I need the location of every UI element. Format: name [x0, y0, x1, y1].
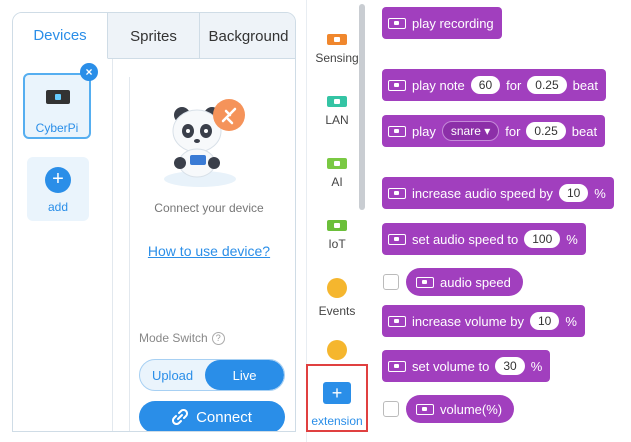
- block-text: for: [505, 123, 521, 139]
- speed-input[interactable]: 100: [524, 230, 561, 248]
- category-label: LAN: [325, 113, 349, 127]
- volume-checkbox[interactable]: [383, 401, 399, 417]
- add-device-button[interactable]: + add: [27, 157, 89, 221]
- volume-input[interactable]: 30: [495, 357, 525, 375]
- speed-increment-input[interactable]: 10: [558, 184, 589, 202]
- upload-mode-button[interactable]: Upload: [140, 360, 205, 390]
- live-mode-button[interactable]: Live: [205, 360, 284, 390]
- category-label: Events: [318, 304, 356, 318]
- block-play-drum[interactable]: play snare ▾ for 0.25 beat: [382, 115, 606, 147]
- mode-switch-text: Mode Switch: [139, 331, 208, 345]
- add-label: add: [47, 200, 69, 214]
- tab-sprites[interactable]: Sprites: [108, 13, 200, 59]
- block-text: for: [506, 77, 522, 93]
- block-text: beat: [572, 77, 598, 93]
- block-set-audio-speed[interactable]: set audio speed to 100 %: [382, 223, 586, 255]
- block-play-recording[interactable]: play recording: [382, 7, 502, 39]
- block-text: audio speed: [440, 274, 511, 290]
- beats-input[interactable]: 0.25: [527, 76, 567, 94]
- connect-hint: Connect your device: [154, 201, 264, 215]
- cyberpi-block-icon: [416, 276, 434, 288]
- device-card-cyberpi[interactable]: CyberPi: [23, 73, 91, 139]
- block-play-note[interactable]: play note 60 for 0.25 beat: [382, 69, 606, 101]
- extension-label: extension: [311, 414, 363, 428]
- category-events[interactable]: Events: [307, 278, 367, 318]
- connect-button-label: Connect: [196, 408, 252, 426]
- category-iot[interactable]: IoT: [307, 220, 367, 251]
- block-text: set audio speed to: [412, 231, 519, 247]
- connect-area: Connect your device How to use device? M…: [129, 77, 295, 431]
- lan-board-icon: [327, 96, 347, 107]
- block-text: increase volume by: [412, 313, 524, 329]
- category-label: AI: [331, 175, 343, 189]
- block-text: beat: [571, 123, 598, 139]
- cyberpi-board-icon: [46, 90, 70, 104]
- block-text: increase audio speed by: [412, 185, 553, 201]
- block-text: volume(%): [440, 401, 503, 417]
- blocks-palette: play recording play note 60 for 0.25 bea…: [368, 0, 631, 442]
- block-text: %: [530, 358, 543, 374]
- reporter-volume[interactable]: volume(%): [406, 395, 515, 423]
- audio-speed-checkbox[interactable]: [383, 274, 399, 290]
- cyberpi-block-icon: [388, 360, 406, 372]
- note-input[interactable]: 60: [470, 76, 501, 94]
- ai-board-icon: [327, 158, 347, 169]
- link-icon: [172, 409, 189, 425]
- category-label: IoT: [328, 237, 346, 251]
- control-circle-icon: [327, 340, 347, 360]
- cyberpi-block-icon: [388, 79, 406, 91]
- device-panel: Devices Sprites Background CyberPi × + a…: [12, 12, 296, 432]
- cyberpi-block-icon: [388, 17, 406, 29]
- mode-switch-label: Mode Switch ?: [139, 331, 225, 345]
- block-text: set volume to: [412, 358, 490, 374]
- mblock-window: Devices Sprites Background CyberPi × + a…: [0, 0, 631, 442]
- iot-board-icon: [327, 220, 347, 231]
- device-name: CyberPi: [35, 121, 79, 135]
- add-icon: +: [45, 167, 71, 193]
- cyberpi-block-icon: [388, 233, 406, 245]
- category-label: Sensing: [315, 51, 359, 65]
- drum-dropdown[interactable]: snare ▾: [441, 121, 500, 141]
- mode-toggle: Upload Live: [139, 359, 285, 391]
- connect-button[interactable]: Connect: [139, 401, 285, 431]
- reporter-audio-speed[interactable]: audio speed: [406, 268, 523, 296]
- block-text: %: [566, 231, 578, 247]
- cyberpi-block-icon: [388, 187, 406, 199]
- panda-illustration: [164, 99, 245, 187]
- tab-background[interactable]: Background: [200, 13, 295, 59]
- remove-device-icon[interactable]: ×: [80, 63, 98, 81]
- category-lan[interactable]: LAN: [307, 96, 367, 127]
- extension-plus-icon: +: [323, 382, 351, 404]
- panel-tabs: Devices Sprites Background: [13, 13, 295, 59]
- cyberpi-block-icon: [388, 315, 406, 327]
- block-text: play note: [412, 77, 465, 93]
- block-set-volume[interactable]: set volume to 30 %: [382, 350, 551, 382]
- extension-button[interactable]: + extension: [306, 364, 368, 432]
- cyberpi-block-icon: [388, 125, 406, 137]
- category-sensing[interactable]: Sensing: [307, 34, 367, 65]
- tab-devices[interactable]: Devices: [13, 13, 108, 59]
- block-increase-audio-speed[interactable]: increase audio speed by 10 %: [382, 177, 614, 209]
- category-scrollbar[interactable]: [359, 4, 365, 210]
- category-control[interactable]: [307, 340, 367, 366]
- how-to-use-link[interactable]: How to use device?: [130, 243, 288, 259]
- device-list: CyberPi × + add: [13, 59, 113, 431]
- beats-input[interactable]: 0.25: [526, 122, 566, 140]
- sensing-board-icon: [327, 34, 347, 45]
- events-circle-icon: [327, 278, 347, 298]
- block-text: %: [565, 313, 577, 329]
- block-text: play recording: [412, 15, 494, 31]
- cyberpi-block-icon: [416, 403, 434, 415]
- block-increase-volume[interactable]: increase volume by 10 %: [382, 305, 585, 337]
- category-ai[interactable]: AI: [307, 158, 367, 189]
- block-text: %: [594, 185, 606, 201]
- volume-increment-input[interactable]: 10: [530, 312, 560, 330]
- help-icon[interactable]: ?: [211, 331, 225, 345]
- block-text: play: [412, 123, 436, 139]
